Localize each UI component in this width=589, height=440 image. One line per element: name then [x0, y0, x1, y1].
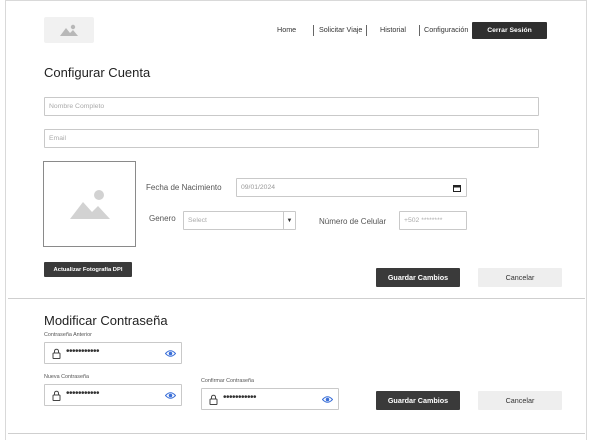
confirm-password-value: •••••••••••: [223, 392, 257, 403]
gender-select[interactable]: Select ▼: [183, 211, 296, 230]
account-section-title: Configurar Cuenta: [44, 65, 151, 80]
email-input[interactable]: Email: [44, 129, 539, 148]
chevron-down-icon: ▼: [283, 212, 295, 229]
birthdate-value: 09/01/2024: [241, 184, 276, 191]
nav-separator: [419, 25, 420, 36]
phone-input[interactable]: +502 ********: [399, 211, 467, 230]
gender-label: Genero: [149, 214, 176, 223]
new-password-label: Nueva Contraseña: [44, 374, 89, 380]
birthdate-input[interactable]: 09/01/2024: [236, 178, 467, 197]
dpi-photo-placeholder: [43, 161, 136, 247]
gender-select-value: Select: [188, 217, 207, 224]
lock-icon: [52, 348, 61, 359]
logout-button[interactable]: Cerrar Sesión: [472, 22, 547, 39]
lock-icon: [52, 390, 61, 401]
eye-icon[interactable]: [165, 349, 176, 358]
nav-solicitar-viaje[interactable]: Solicitar Viaje: [319, 25, 362, 34]
save-account-button[interactable]: Guardar Cambios: [376, 268, 460, 287]
eye-icon[interactable]: [322, 395, 333, 404]
confirm-password-input[interactable]: •••••••••••: [201, 388, 339, 410]
birthdate-label: Fecha de Nacimiento: [146, 183, 222, 192]
logo-image-icon: [44, 17, 94, 43]
nav-configuracion[interactable]: Configuración: [424, 25, 468, 34]
old-password-label: Contraseña Anterior: [44, 332, 92, 338]
nav-separator: [366, 25, 367, 36]
image-placeholder-icon: [69, 190, 110, 219]
cancel-password-button[interactable]: Cancelar: [478, 391, 562, 410]
lock-icon: [209, 394, 218, 405]
nav-separator: [313, 25, 314, 36]
save-password-button[interactable]: Guardar Cambios: [376, 391, 460, 410]
full-name-input[interactable]: Nombre Completo: [44, 97, 539, 116]
section-divider: [8, 298, 585, 299]
cancel-account-button[interactable]: Cancelar: [478, 268, 562, 287]
phone-label: Número de Celular: [319, 217, 387, 226]
eye-icon[interactable]: [165, 391, 176, 400]
password-section-title: Modificar Contraseña: [44, 313, 168, 328]
nav-home[interactable]: Home: [277, 25, 296, 34]
confirm-password-label: Confirmar Contraseña: [201, 378, 255, 384]
section-divider-bottom: [8, 433, 585, 434]
old-password-value: •••••••••••: [66, 346, 100, 357]
old-password-input[interactable]: •••••••••••: [44, 342, 182, 364]
upload-dpi-photo-button[interactable]: Actualizar Fotografía DPI: [44, 262, 132, 277]
new-password-input[interactable]: •••••••••••: [44, 384, 182, 406]
calendar-icon[interactable]: [453, 184, 461, 192]
nav-historial[interactable]: Historial: [380, 25, 406, 34]
new-password-value: •••••••••••: [66, 388, 100, 399]
